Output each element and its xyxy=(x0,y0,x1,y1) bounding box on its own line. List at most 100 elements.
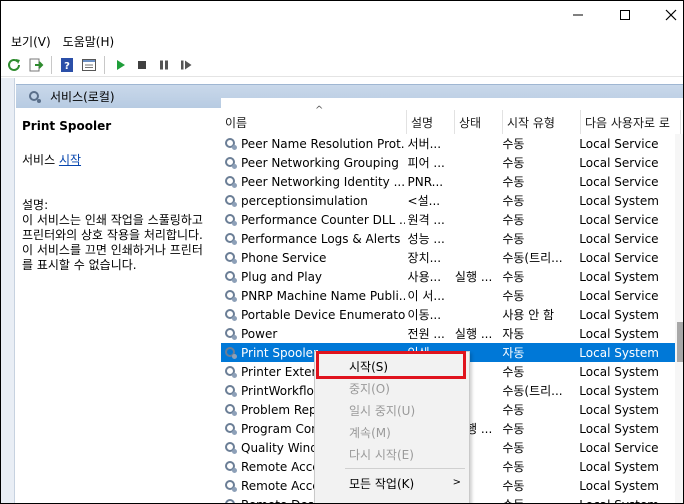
panel-title: 서비스(로컬) xyxy=(50,90,115,104)
cell-name-text: Power xyxy=(241,326,278,341)
cell-logon: Local Service xyxy=(576,213,675,227)
cell-type-text: 수동(트리... xyxy=(502,384,563,398)
start-service-link[interactable]: 시작 xyxy=(59,153,81,167)
service-gear-icon xyxy=(225,479,237,492)
service-gear-icon xyxy=(225,213,237,226)
close-button[interactable] xyxy=(648,1,683,29)
cell-type: 수동 xyxy=(499,211,576,228)
menu-item-stop: 중지(O) xyxy=(349,381,390,396)
cell-type: 수동 xyxy=(499,287,576,304)
cell-name-text: Peer Networking Identity ... xyxy=(241,174,405,189)
stop-service-button[interactable] xyxy=(131,54,153,76)
refresh-button[interactable] xyxy=(3,54,25,76)
cell-logon-text: Local System xyxy=(579,364,659,379)
table-row[interactable]: Plug and Play 사용... 실행 ... 수동 Local System xyxy=(221,267,675,286)
cell-type-text: 수동 xyxy=(502,270,525,284)
table-row[interactable]: Performance Logs & Alerts 성능 ... 수동 Local S… xyxy=(221,229,675,248)
cell-logon-text: Local System xyxy=(579,498,659,504)
cell-type: 수동 xyxy=(499,439,576,456)
cell-logon: Local Service xyxy=(576,175,675,189)
table-row[interactable]: Portable Device Enumerato... 이동... 사용 안 함 L… xyxy=(221,305,675,324)
menu-help[interactable]: 도움말(H) xyxy=(57,33,121,50)
cell-desc-text: 성능 ... xyxy=(407,232,445,246)
help-button[interactable]: ? xyxy=(56,54,78,76)
cell-type-text: 수동 xyxy=(502,137,525,151)
cell-type-text: 수동 xyxy=(502,175,525,189)
cell-logon-text: Local Service xyxy=(579,212,659,227)
table-row[interactable]: Peer Networking Identity ... PNR... 수동 Loca… xyxy=(221,172,675,191)
cell-type: 수동 xyxy=(499,420,576,437)
column-header-description[interactable]: 설명 xyxy=(407,110,455,134)
service-details-pane: Print Spooler 서비스 시작 설명: 이 서비스는 인쇄 작업을 스… xyxy=(16,109,221,503)
export-icon xyxy=(29,58,44,71)
properties-button[interactable] xyxy=(78,54,100,76)
service-gear-icon xyxy=(225,137,237,150)
table-row[interactable]: perceptionsimulation <설... 수동 Local System xyxy=(221,191,675,210)
menu-item-restart: 다시 시작(E) xyxy=(349,447,414,462)
column-header-startup-type[interactable]: 시작 유형 xyxy=(503,110,581,134)
cell-type: 수동 xyxy=(499,135,576,152)
services-gear-icon xyxy=(29,90,41,103)
cell-name: PNRP Machine Name Publi... xyxy=(221,289,405,303)
selected-service-name: Print Spooler xyxy=(22,119,112,133)
cell-logon-text: Local System xyxy=(579,421,659,436)
pause-service-button[interactable] xyxy=(153,54,175,76)
service-gear-icon xyxy=(225,327,237,340)
column-header-status[interactable]: 상태 xyxy=(455,110,503,134)
service-gear-icon xyxy=(225,289,237,302)
cell-desc-text: 사용... xyxy=(407,270,442,284)
cell-name: Performance Counter DLL ... xyxy=(221,213,405,227)
cell-logon-text: Local System xyxy=(579,307,659,322)
cell-name: Phone Service xyxy=(221,251,405,265)
service-gear-icon xyxy=(225,251,237,264)
cell-type-text: 수동 xyxy=(502,213,525,227)
cell-logon-text: Local System xyxy=(579,193,659,208)
highlight-box xyxy=(316,351,466,379)
table-row[interactable]: Peer Name Resolution Prot... 서버... 수동 Local… xyxy=(221,134,675,153)
cell-desc: 장치... xyxy=(405,249,452,266)
cell-desc: 성능 ... xyxy=(405,230,452,247)
menu-separator xyxy=(345,468,465,469)
cell-logon: Local System xyxy=(576,460,675,474)
cell-name: Plug and Play xyxy=(221,270,405,284)
cell-name-text: Plug and Play xyxy=(241,269,323,284)
menu-item-all-tasks[interactable]: 모든 작업(K) > xyxy=(315,472,469,494)
cell-name: Portable Device Enumerato... xyxy=(221,308,405,322)
start-service-button[interactable] xyxy=(109,54,131,76)
maximize-button[interactable] xyxy=(602,1,648,29)
table-row[interactable]: PNRP Machine Name Publi... 이 서... 수동 Local … xyxy=(221,286,675,305)
table-row[interactable]: Peer Networking Grouping 피어 ... 수동 Local Se… xyxy=(221,153,675,172)
cell-logon-text: Local System xyxy=(579,459,659,474)
cell-logon-text: Local Service xyxy=(579,288,659,303)
cell-logon: Local Service xyxy=(576,137,675,151)
cell-type: 수동 xyxy=(499,458,576,475)
menu-view[interactable]: 보기(V) xyxy=(5,33,57,50)
resume-service-button[interactable] xyxy=(175,54,197,76)
cell-type: 수동 xyxy=(499,363,576,380)
column-header-row: 이름 설명 상태 시작 유형 다음 사용자로 로 xyxy=(221,110,683,134)
cell-type-text: 자동 xyxy=(502,346,525,360)
column-header-log-on-as[interactable]: 다음 사용자로 로 xyxy=(581,110,681,134)
column-header-name[interactable]: 이름 xyxy=(221,110,407,134)
menu-item-pause: 일시 중지(U) xyxy=(349,403,416,418)
scrollbar-thumb[interactable] xyxy=(677,322,683,362)
properties-icon xyxy=(82,58,96,71)
minimize-button[interactable] xyxy=(555,1,601,29)
cell-type-text: 수동 xyxy=(502,194,525,208)
cell-logon-text: Local Service xyxy=(579,231,659,246)
cell-name: Peer Networking Identity ... xyxy=(221,175,405,189)
cell-name: Peer Networking Grouping xyxy=(221,156,405,170)
table-row[interactable]: Performance Counter DLL ... 원격 ... 수동 Local… xyxy=(221,210,675,229)
table-row[interactable]: Power 전원 ... 실행 ... 자동 Local System xyxy=(221,324,675,343)
table-row[interactable]: Phone Service 장치... 수동(트리... Local Service xyxy=(221,248,675,267)
cell-name-text: PNRP Machine Name Publi... xyxy=(241,288,405,303)
vertical-scrollbar[interactable] xyxy=(675,134,683,503)
resume-icon xyxy=(181,60,192,69)
cell-type-text: 수동(트리... xyxy=(502,251,563,265)
service-gear-icon xyxy=(225,403,237,416)
cell-type-text: 수동 xyxy=(502,156,525,170)
cell-type: 사용 안 함 xyxy=(499,306,576,323)
play-icon xyxy=(117,59,125,70)
export-button[interactable] xyxy=(25,54,47,76)
cell-type: 수동 xyxy=(499,496,576,503)
